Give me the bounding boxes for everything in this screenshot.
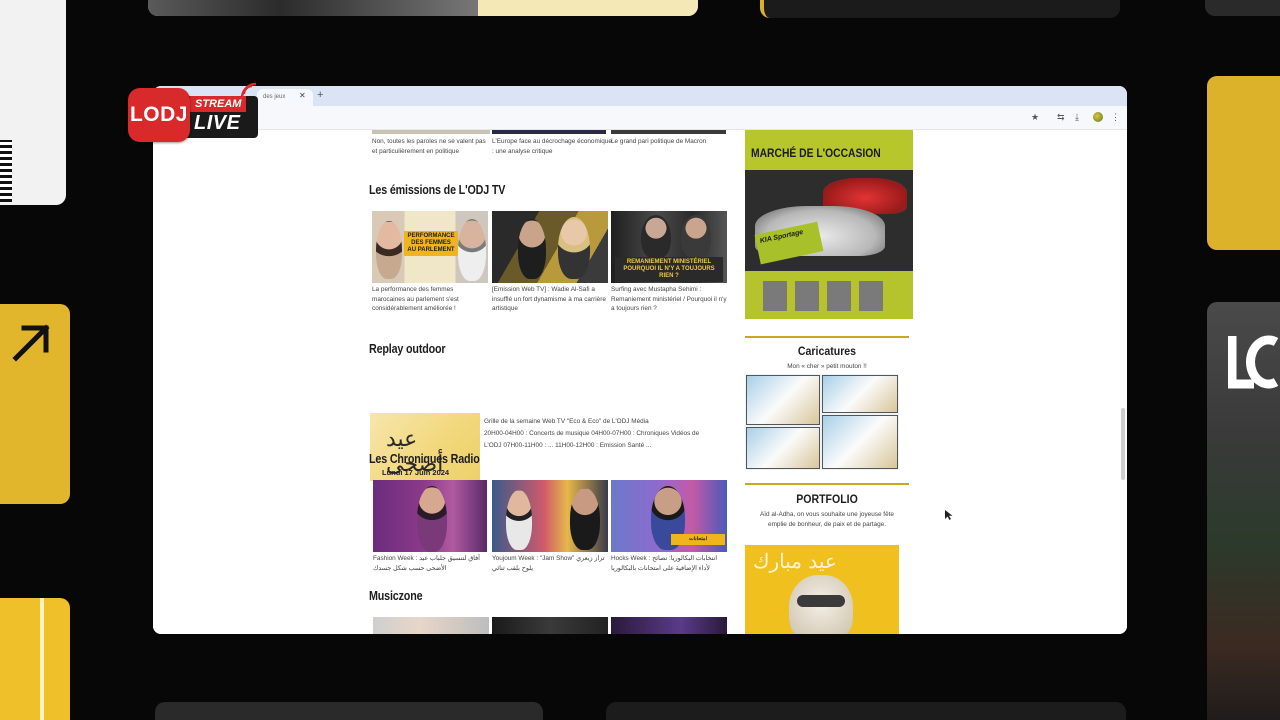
bg-top-strip [148, 0, 698, 16]
radio-caption[interactable]: Hocks Week : انتخابات البكالوريا: نصائح … [611, 554, 727, 573]
replay-thumbnail[interactable]: عيد أضحى Lundi 17 Juin 2024 [370, 413, 480, 481]
article-thumb-edge [611, 130, 726, 134]
music-thumbnail[interactable] [373, 617, 489, 634]
person-image [558, 217, 590, 279]
lodj-logo-mark [1228, 335, 1279, 389]
caricature-image[interactable] [745, 374, 899, 470]
ad-title: MARCHÉ DE L'OCCASION [751, 146, 881, 160]
video-thumbnail[interactable] [492, 211, 608, 283]
video-thumbnail[interactable]: REMANIEMENT MINISTÉRIEL POURQUOI IL N'Y … [611, 211, 727, 283]
portfolio-text: Aïd al-Adha, on vous souhaite une joyeus… [760, 511, 894, 528]
person-image [518, 219, 546, 279]
plus-icon[interactable]: + [317, 90, 323, 101]
bg-bottom-left [155, 702, 543, 720]
caricatures-title: Caricatures [797, 344, 857, 358]
section-title-replay: Replay outdoor [369, 342, 446, 356]
badge-live-label: LIVE [194, 112, 241, 134]
replay-line: Grille de la semaine Web TV "Eco & Eco" … [484, 418, 649, 425]
replay-line: 20H00-04H00 : Concerts de musique 04H00-… [484, 430, 700, 437]
menu-dots-icon[interactable]: ⋮ [1111, 112, 1120, 122]
translate-icon[interactable]: ⇆ [1057, 112, 1065, 122]
mouse-cursor-icon [945, 510, 953, 520]
section-title-radio: Les Chroniques Radio [369, 452, 480, 466]
article-thumb-edge [372, 130, 490, 134]
tab-title: des jeux [263, 94, 286, 100]
person-image [376, 221, 402, 279]
browser-toolbar: ★ ⇆ ⤓ ⋮ [153, 106, 1127, 130]
web-page: Non, toutes les paroles ne se valent pas… [153, 130, 1127, 634]
bg-top-right-panel [760, 0, 1120, 18]
article-caption[interactable]: L'Europe face au décrochage économique :… [492, 137, 612, 157]
person-image [506, 490, 532, 550]
sidebar-ad-banner[interactable]: MARCHÉ DE L'OCCASION KIA Sportage [745, 130, 913, 319]
radio-thumbnail[interactable]: امتحانات [611, 480, 727, 552]
badge-stream-label: STREAM [190, 96, 247, 112]
stream-stage: des jeux ✕ + ★ ⇆ ⤓ ⋮ Non, toutes les par… [0, 0, 1280, 720]
radio-thumbnail[interactable] [373, 480, 487, 552]
radio-caption[interactable]: Youjoum Week : "Jam Show" تراز زيعري يلو… [492, 554, 608, 573]
section-title-music: Musiczone [369, 589, 423, 603]
music-thumbnail[interactable] [611, 617, 727, 634]
thumbnail-label: امتحانات [671, 534, 725, 545]
tab-bar: des jeux ✕ + [153, 86, 1127, 106]
person-image [641, 215, 671, 259]
person-image [458, 219, 486, 281]
lodj-stream-badge: STREAM LIVE LODJ [126, 80, 266, 144]
close-icon[interactable]: ✕ [299, 92, 306, 100]
arrow-ne-icon [12, 324, 50, 362]
profile-avatar[interactable] [1093, 112, 1103, 122]
portfolio-title: PORTFOLIO [796, 492, 858, 506]
qr-code-fragment [0, 140, 12, 202]
article-caption[interactable]: Non, toutes les paroles ne se valent pas… [372, 137, 492, 157]
video-caption[interactable]: La performance des femmes marocaines au … [372, 285, 488, 314]
article-thumb-edge [492, 130, 606, 134]
section-rule [745, 336, 909, 338]
bg-top-right-far [1205, 0, 1280, 16]
replay-line: L'ODJ 07H00-11H00 : ... 11H00-12H00 : Em… [484, 442, 652, 449]
portfolio-image[interactable]: عيد مبارك [745, 545, 899, 634]
bg-bottom-right [606, 702, 1126, 720]
sunglasses [797, 595, 845, 607]
thumbnail-label: REMANIEMENT MINISTÉRIEL POURQUOI IL N'Y … [615, 257, 723, 282]
music-thumbnail[interactable] [492, 617, 608, 634]
replay-date: Lundi 17 Juin 2024 [382, 468, 450, 477]
badge-brand: LODJ [128, 88, 190, 142]
section-rule [745, 483, 909, 485]
person-image [681, 215, 711, 259]
scrollbar[interactable] [1121, 408, 1125, 480]
bg-yellow-right-panel [1207, 76, 1280, 250]
thumbnail-label: PERFORMANCE DES FEMMES AU PARLEMENT [404, 231, 458, 256]
video-thumbnail[interactable]: PERFORMANCE DES FEMMES AU PARLEMENT [372, 211, 488, 283]
person-image [417, 486, 447, 552]
browser-window: des jeux ✕ + ★ ⇆ ⤓ ⋮ Non, toutes les par… [153, 86, 1127, 634]
download-icon[interactable]: ⤓ [1075, 112, 1079, 122]
radio-thumbnail[interactable] [492, 480, 608, 552]
star-icon[interactable]: ★ [1031, 112, 1039, 122]
arabic-calligraphy: عيد مبارك [753, 549, 837, 573]
ad-footer [745, 271, 913, 319]
video-caption[interactable]: [Emission Web TV] : Wadie Al-Safi a insu… [492, 285, 608, 314]
replay-description[interactable]: Grille de la semaine Web TV "Eco & Eco" … [484, 416, 724, 452]
bg-yellow-panel-bottom [0, 598, 70, 720]
video-caption[interactable]: Surfing avec Mustapha Sehimi : Remanieme… [611, 285, 727, 314]
caricatures-subtitle: Mon « cher » petit mouton !! [787, 363, 867, 370]
section-title-odj-tv: Les émissions de L'ODJ TV [369, 183, 506, 197]
person-image [570, 488, 600, 550]
radio-caption[interactable]: Fashion Week : آفاق لتنسيق جلباب عيد الأ… [373, 554, 487, 573]
article-caption[interactable]: Le grand pari politique de Macron [611, 137, 731, 147]
